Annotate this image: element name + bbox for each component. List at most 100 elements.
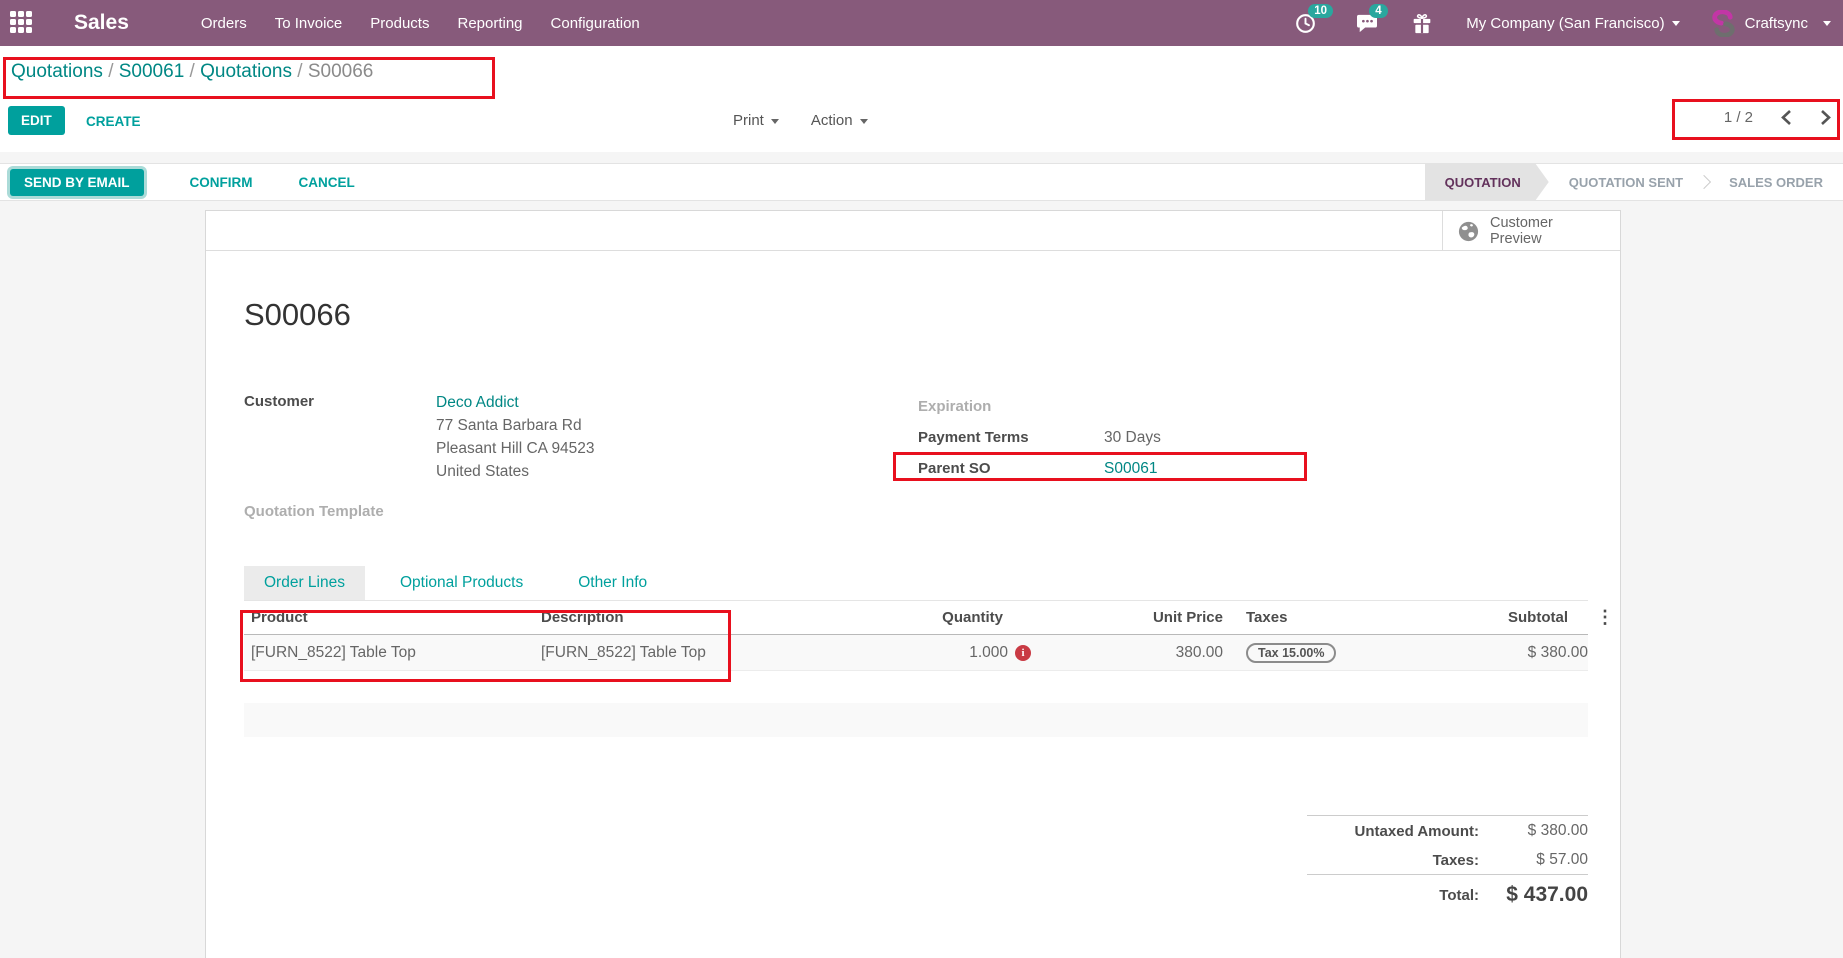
- topbar-right: 10 4 My Company (San Francisco) Craftsyn…: [1255, 3, 1831, 37]
- caret-down-icon: [1823, 20, 1831, 26]
- globe-icon: [1458, 221, 1479, 241]
- cell-product: [FURN_8522] Table Top: [251, 643, 416, 661]
- col-header-quantity[interactable]: Quantity: [841, 609, 1031, 626]
- customer-field-row: Customer Deco Addict 77 Santa Barbara Rd…: [244, 391, 918, 483]
- expiration-label: Expiration: [918, 398, 992, 415]
- send-by-email-button[interactable]: SEND BY EMAIL: [10, 168, 144, 196]
- cell-quantity: 1.000: [969, 643, 1008, 661]
- untaxed-amount-value: $ 380.00: [1527, 822, 1588, 839]
- breadcrumb-s00061[interactable]: S00061: [119, 61, 185, 82]
- apps-grid-icon[interactable]: [10, 11, 34, 35]
- parent-so-link[interactable]: S00061: [1104, 460, 1157, 477]
- chevron-left-icon[interactable]: [1781, 109, 1792, 126]
- control-panel-buttons: EDIT CREATE Print Action 1 / 2: [8, 106, 1833, 137]
- sheet-body: S00066 Customer Deco Addict 77 Santa Bar…: [206, 297, 1620, 915]
- taxes-value: $ 57.00: [1536, 851, 1588, 868]
- table-header-row: Product Description Quantity Unit Price …: [244, 601, 1614, 635]
- content-area: Customer Preview S00066 Customer Deco Ad…: [0, 201, 1843, 958]
- untaxed-amount-row: Untaxed Amount: $ 380.00: [1307, 816, 1588, 846]
- breadcrumb-quotations-2[interactable]: Quotations: [200, 61, 292, 82]
- totals-block: Untaxed Amount: $ 380.00 Taxes: $ 57.00 …: [1307, 815, 1588, 915]
- customer-address-line: Pleasant Hill CA 94523: [436, 440, 595, 457]
- breadcrumb-quotations-1[interactable]: Quotations: [11, 61, 103, 82]
- cell-subtotal: $ 380.00: [1527, 643, 1588, 661]
- confirm-button[interactable]: CONFIRM: [190, 175, 253, 190]
- activity-count-badge: 10: [1308, 3, 1334, 18]
- field-groups: Customer Deco Addict 77 Santa Barbara Rd…: [244, 391, 1588, 520]
- total-value: $ 437.00: [1506, 883, 1588, 906]
- right-field-column: Expiration Payment Terms 30 Days Parent …: [918, 391, 1161, 520]
- col-header-product[interactable]: Product: [244, 609, 541, 626]
- sheet-button-box: Customer Preview: [206, 211, 1620, 251]
- total-label: Total:: [1439, 886, 1479, 904]
- payment-terms-field-row: Payment Terms 30 Days: [918, 422, 1161, 453]
- quotation-template-label: Quotation Template: [244, 503, 384, 520]
- expiration-field-row: Expiration: [918, 391, 1161, 422]
- main-menu: Orders To Invoice Products Reporting Con…: [201, 15, 640, 32]
- menu-products[interactable]: Products: [370, 15, 429, 32]
- left-field-column: Customer Deco Addict 77 Santa Barbara Rd…: [244, 391, 918, 520]
- chevron-right-icon[interactable]: [1820, 109, 1831, 126]
- tab-optional-products[interactable]: Optional Products: [380, 566, 543, 600]
- step-quotation-sent[interactable]: QUOTATION SENT: [1549, 164, 1703, 200]
- menu-reporting[interactable]: Reporting: [457, 15, 522, 32]
- kebab-menu-icon[interactable]: ⋮: [1596, 607, 1614, 628]
- app-name[interactable]: Sales: [74, 11, 129, 35]
- col-header-taxes[interactable]: Taxes: [1226, 609, 1366, 626]
- customer-label: Customer: [244, 393, 315, 410]
- caret-down-icon: [1671, 21, 1680, 27]
- order-line-row[interactable]: [FURN_8522] Table Top [FURN_8522] Table …: [244, 635, 1588, 671]
- pager-value[interactable]: 1 / 2: [1724, 109, 1753, 126]
- edit-button[interactable]: EDIT: [8, 106, 65, 135]
- create-button[interactable]: CREATE: [86, 114, 141, 129]
- tab-other-info[interactable]: Other Info: [558, 566, 667, 600]
- customer-link[interactable]: Deco Addict: [436, 391, 595, 414]
- col-header-description[interactable]: Description: [541, 609, 841, 626]
- untaxed-amount-label: Untaxed Amount:: [1354, 822, 1479, 840]
- cancel-button[interactable]: CANCEL: [299, 175, 355, 190]
- messages-icon[interactable]: 4: [1356, 4, 1388, 33]
- empty-table-row: [244, 703, 1588, 737]
- col-header-subtotal[interactable]: Subtotal: [1366, 609, 1588, 626]
- caret-down-icon: [770, 118, 779, 124]
- tab-order-lines[interactable]: Order Lines: [244, 566, 365, 600]
- statusbar: SEND BY EMAIL CONFIRM CANCEL QUOTATION Q…: [0, 163, 1843, 201]
- step-sales-order[interactable]: SALES ORDER: [1709, 164, 1843, 200]
- cell-description: [FURN_8522] Table Top: [541, 643, 706, 661]
- menu-orders[interactable]: Orders: [201, 15, 247, 32]
- customer-preview-label: Customer Preview: [1490, 215, 1553, 247]
- quotation-form-sheet: Customer Preview S00066 Customer Deco Ad…: [205, 210, 1621, 958]
- control-panel: Quotations / S00061 / Quotations / S0006…: [0, 46, 1843, 152]
- payment-terms-label: Payment Terms: [918, 429, 1029, 446]
- quotation-template-field-row: Quotation Template: [244, 501, 918, 520]
- user-name: Craftsync: [1744, 14, 1808, 32]
- user-menu[interactable]: Craftsync: [1710, 9, 1831, 37]
- breadcrumb-current: S00066: [307, 61, 374, 82]
- payment-terms-value: 30 Days: [1104, 428, 1161, 446]
- top-navbar: Sales Orders To Invoice Products Reporti…: [0, 0, 1843, 46]
- menu-configuration[interactable]: Configuration: [551, 15, 640, 32]
- customer-address-line: United States: [436, 463, 530, 480]
- empty-table-row: [244, 671, 1588, 703]
- odoo-sales-app: Sales Orders To Invoice Products Reporti…: [0, 0, 1843, 958]
- action-menus: Print Action: [733, 112, 868, 129]
- col-header-unit-price[interactable]: Unit Price: [1031, 609, 1226, 626]
- customer-preview-button[interactable]: Customer Preview: [1442, 211, 1620, 251]
- message-count-badge: 4: [1369, 4, 1388, 18]
- step-quotation[interactable]: QUOTATION: [1425, 164, 1549, 200]
- print-menu[interactable]: Print: [733, 112, 779, 129]
- avatar: [1711, 9, 1735, 37]
- menu-to-invoice[interactable]: To Invoice: [275, 15, 343, 32]
- company-switcher[interactable]: My Company (San Francisco): [1466, 15, 1680, 32]
- action-menu[interactable]: Action: [811, 112, 868, 129]
- cell-unit-price: 380.00: [1175, 643, 1223, 661]
- total-row: Total: $ 437.00: [1307, 875, 1588, 915]
- activity-clock-icon[interactable]: 10: [1295, 3, 1334, 34]
- order-lines-table: Product Description Quantity Unit Price …: [244, 601, 1614, 737]
- taxes-row: Taxes: $ 57.00: [1307, 846, 1588, 874]
- taxes-label: Taxes:: [1432, 851, 1479, 869]
- caret-down-icon: [859, 118, 868, 124]
- info-icon[interactable]: i: [1015, 644, 1031, 661]
- gift-icon[interactable]: [1412, 13, 1432, 34]
- parent-so-field-row: Parent SO S00061: [918, 453, 1161, 484]
